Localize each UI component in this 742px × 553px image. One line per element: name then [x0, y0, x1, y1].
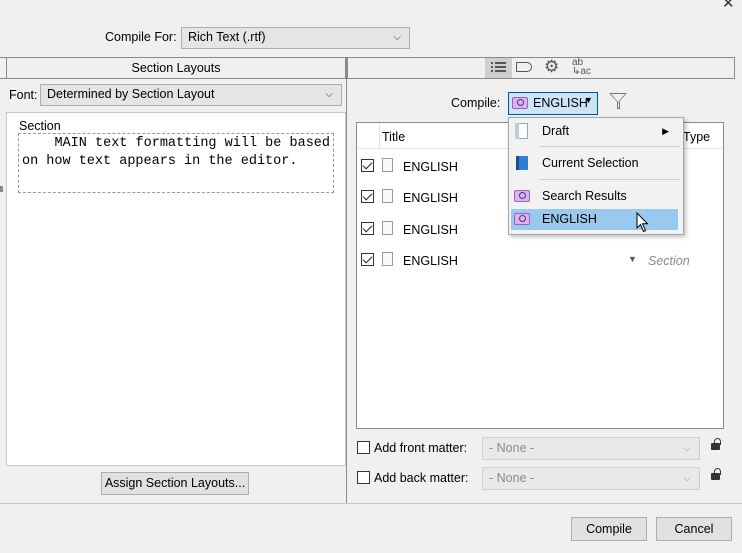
- unlock-shackle: [714, 468, 721, 475]
- menu-item-current-selection[interactable]: Current Selection: [509, 153, 683, 174]
- add-front-matter-checkbox[interactable]: [357, 441, 370, 454]
- compile-for-label: Compile For:: [105, 30, 177, 44]
- compile-scope-value: ENGLISH: [533, 96, 588, 110]
- menu-separator: [539, 146, 680, 147]
- compile-scope-menu: Draft ▶ Current Selection Search Results…: [508, 117, 684, 235]
- close-icon[interactable]: ✕: [722, 0, 735, 12]
- preview-area: Section MAIN text formatting will be bas…: [6, 112, 346, 466]
- front-matter-value: - None -: [489, 441, 535, 455]
- row-title: ENGLISH: [403, 223, 458, 237]
- font-select[interactable]: Determined by Section Layout ⌵: [40, 84, 342, 106]
- binder-selection-spine: [516, 156, 519, 170]
- caret-down-icon: ▼: [584, 95, 593, 105]
- include-checkbox[interactable]: [361, 159, 374, 172]
- unlock-shackle: [714, 438, 721, 445]
- compile-scope-select[interactable]: ENGLISH ▼: [508, 92, 598, 115]
- compile-format-select[interactable]: Rich Text (.rtf) ⌵: [181, 27, 410, 49]
- menu-item-label: Search Results: [542, 189, 627, 203]
- document-icon: [382, 189, 393, 203]
- preview-text-box: MAIN text formatting will be based on ho…: [18, 133, 334, 193]
- gear-icon[interactable]: ⚙: [544, 57, 559, 77]
- front-matter-select[interactable]: - None - ⌵: [482, 437, 700, 460]
- tag-icon[interactable]: [516, 62, 532, 72]
- include-checkbox[interactable]: [361, 253, 374, 266]
- preview-section-title: Section: [19, 119, 61, 133]
- left-divider-top: [0, 57, 6, 79]
- menu-item-label: Draft: [542, 124, 570, 138]
- draft-icon-spine: [515, 123, 519, 139]
- panel-split-line: [346, 57, 347, 503]
- left-edge-marker: [0, 186, 3, 192]
- left-panel: Section Layouts Font: Determined by Sect…: [0, 56, 347, 503]
- menu-item-search-results[interactable]: Search Results: [509, 186, 683, 207]
- back-matter-value: - None -: [489, 471, 535, 485]
- section-layouts-title: Section Layouts: [131, 61, 221, 75]
- cancel-button[interactable]: Cancel: [656, 517, 732, 541]
- table-row[interactable]: ENGLISH ▼ Section: [357, 245, 723, 275]
- submenu-arrow-icon: ▶: [662, 126, 669, 136]
- row-title: ENGLISH: [403, 191, 458, 205]
- add-back-matter-checkbox[interactable]: [357, 471, 370, 484]
- menu-item-label: ENGLISH: [542, 212, 597, 226]
- collection-icon: [514, 190, 530, 202]
- footer-separator: [0, 503, 742, 504]
- compile-scope-label: Compile:: [451, 96, 501, 110]
- compile-button[interactable]: Compile: [571, 517, 647, 541]
- list-icon: [491, 61, 507, 74]
- document-icon: [382, 252, 393, 266]
- font-label: Font:: [9, 88, 38, 102]
- chevron-down-icon: ⌵: [393, 32, 401, 43]
- header-divider: [379, 123, 380, 149]
- add-front-matter-label: Add front matter:: [374, 441, 468, 455]
- back-matter-select[interactable]: - None - ⌵: [482, 467, 700, 490]
- menu-item-english[interactable]: ENGLISH: [511, 209, 678, 230]
- column-header-title[interactable]: Title: [382, 130, 405, 144]
- section-layouts-header: Section Layouts: [6, 57, 346, 79]
- document-icon: [382, 158, 393, 172]
- menu-item-draft[interactable]: Draft ▶: [509, 121, 683, 142]
- assign-section-layouts-button[interactable]: Assign Section Layouts...: [101, 472, 249, 495]
- spelling-icon[interactable]: ab ↳ac: [572, 58, 591, 77]
- collection-icon: [514, 213, 530, 225]
- row-title: ENGLISH: [403, 160, 458, 174]
- add-back-matter-label: Add back matter:: [374, 471, 469, 485]
- column-header-type[interactable]: Type: [683, 130, 710, 144]
- font-select-value: Determined by Section Layout: [47, 87, 215, 101]
- chevron-down-icon: ⌵: [683, 443, 691, 454]
- chevron-down-icon: ⌵: [683, 473, 691, 484]
- compile-format-value: Rich Text (.rtf): [188, 30, 266, 44]
- row-title: ENGLISH: [403, 254, 458, 268]
- row-section-type[interactable]: Section: [648, 254, 690, 268]
- collection-icon: [512, 97, 528, 109]
- mouse-cursor-icon: [636, 212, 649, 233]
- document-icon: [382, 221, 393, 235]
- filter-icon-stem: [617, 102, 620, 109]
- section-type-caret-icon[interactable]: ▼: [628, 254, 637, 264]
- include-checkbox[interactable]: [361, 222, 374, 235]
- preview-text: MAIN text formatting will be based on ho…: [22, 136, 339, 169]
- include-checkbox[interactable]: [361, 190, 374, 203]
- menu-separator: [539, 179, 680, 180]
- chevron-down-icon: ⌵: [325, 89, 333, 100]
- menu-item-label: Current Selection: [542, 156, 639, 170]
- right-toolbar: [347, 57, 735, 79]
